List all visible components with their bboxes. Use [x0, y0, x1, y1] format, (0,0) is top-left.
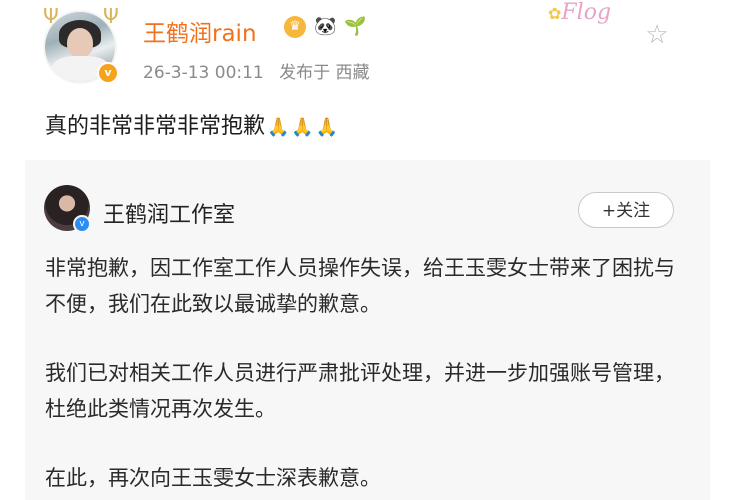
author-avatar[interactable]: Ψ Ψ v — [43, 4, 119, 86]
post-meta: 26-3-13 00:11 发布于 西藏 — [143, 58, 370, 83]
star-outline-icon[interactable]: ☆ — [642, 20, 672, 50]
post-header: Ψ Ψ v 王鹤润rain ♛ 🐼 🌱 26-3-13 00:11 发布于 西藏… — [0, 0, 735, 100]
praying-hands-icon: 🙏🙏🙏 — [267, 117, 341, 138]
antler-right-icon: Ψ — [103, 4, 119, 28]
follow-button[interactable]: +关注 — [578, 192, 674, 228]
repost-card[interactable]: v 王鹤润工作室 +关注 非常抱歉，因工作室工作人员操作失误，给王玉雯女士带来了… — [25, 160, 710, 500]
antler-left-icon: Ψ — [43, 4, 59, 28]
flog-sticker: ✿Flog — [548, 0, 644, 34]
post-timestamp: 26-3-13 00:11 — [143, 63, 264, 83]
repost-paragraph: 在此，再次向王玉雯女士深表歉意。 — [45, 466, 381, 490]
post-text: 真的非常非常非常抱歉 — [45, 114, 266, 139]
post-body: 真的非常非常非常抱歉 🙏🙏🙏 — [45, 108, 340, 140]
flower-icon: ✿ — [548, 4, 562, 23]
sprout-icon: 🌱 — [344, 16, 367, 37]
user-badges: ♛ 🐼 🌱 — [284, 14, 367, 40]
verified-badge-icon: v — [73, 215, 91, 233]
panda-icon: 🐼 — [314, 16, 337, 37]
verified-badge-icon: v — [97, 62, 119, 84]
post-location: 发布于 西藏 — [279, 63, 370, 83]
crown-icon[interactable]: ♛ — [284, 16, 306, 38]
repost-paragraph: 非常抱歉，因工作室工作人员操作失误，给王玉雯女士带来了困扰与不便，我们在此致以最… — [45, 256, 675, 316]
avatar-face — [67, 28, 93, 58]
repost-account-name[interactable]: 王鹤润工作室 — [103, 197, 235, 229]
author-username[interactable]: 王鹤润rain — [143, 14, 257, 48]
repost-paragraph: 我们已对相关工作人员进行严肃批评处理，并进一步加强账号管理，杜绝此类情况再次发生… — [45, 361, 675, 421]
flog-sticker-text: Flog — [561, 0, 612, 25]
